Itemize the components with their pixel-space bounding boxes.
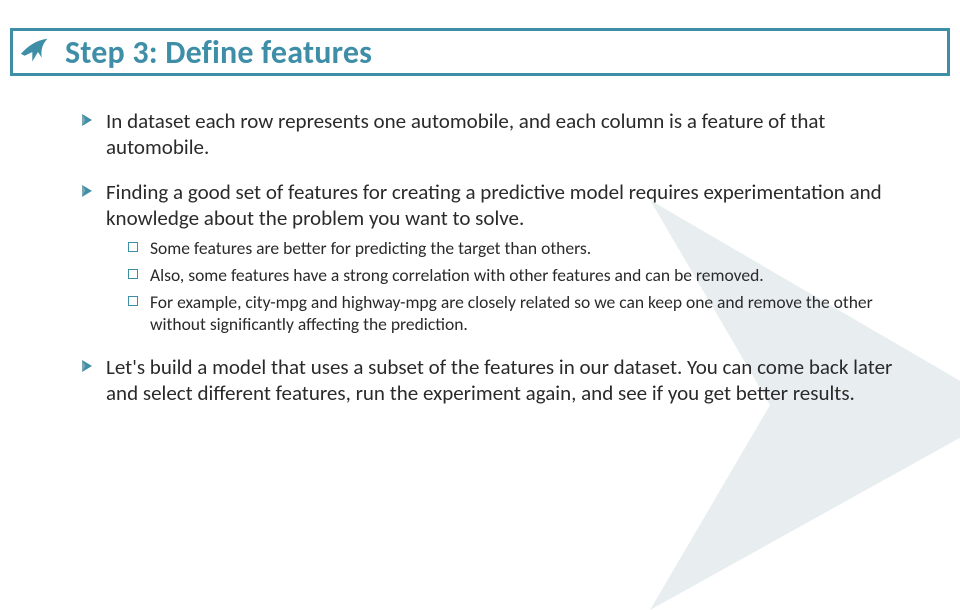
bullet-text: Finding a good set of features for creat… [106, 179, 882, 231]
slide-title: Step 3: Define features [65, 33, 372, 72]
sub-bullets: Some features are better for predicting … [128, 237, 920, 336]
bullet-level1: Finding a good set of features for creat… [82, 179, 920, 337]
bullet-text: In dataset each row represents one autom… [106, 108, 825, 160]
bullet-text: Some features are better for predicting … [150, 237, 591, 259]
bullet-level2: Also, some features have a strong correl… [128, 264, 920, 287]
star-swoosh-icon [19, 33, 57, 71]
bullet-text: Let's build a model that uses a subset o… [106, 354, 892, 406]
content-area: In dataset each row represents one autom… [82, 108, 920, 425]
bullet-level2: For example, city-mpg and highway-mpg ar… [128, 291, 920, 337]
bullet-level1: In dataset each row represents one autom… [82, 108, 920, 161]
bullet-text: Also, some features have a strong correl… [150, 264, 764, 286]
bullet-text: For example, city-mpg and highway-mpg ar… [150, 291, 873, 336]
bullet-level1: Let's build a model that uses a subset o… [82, 354, 920, 407]
title-bar: Step 3: Define features [10, 28, 950, 76]
bullet-level2: Some features are better for predicting … [128, 237, 920, 260]
